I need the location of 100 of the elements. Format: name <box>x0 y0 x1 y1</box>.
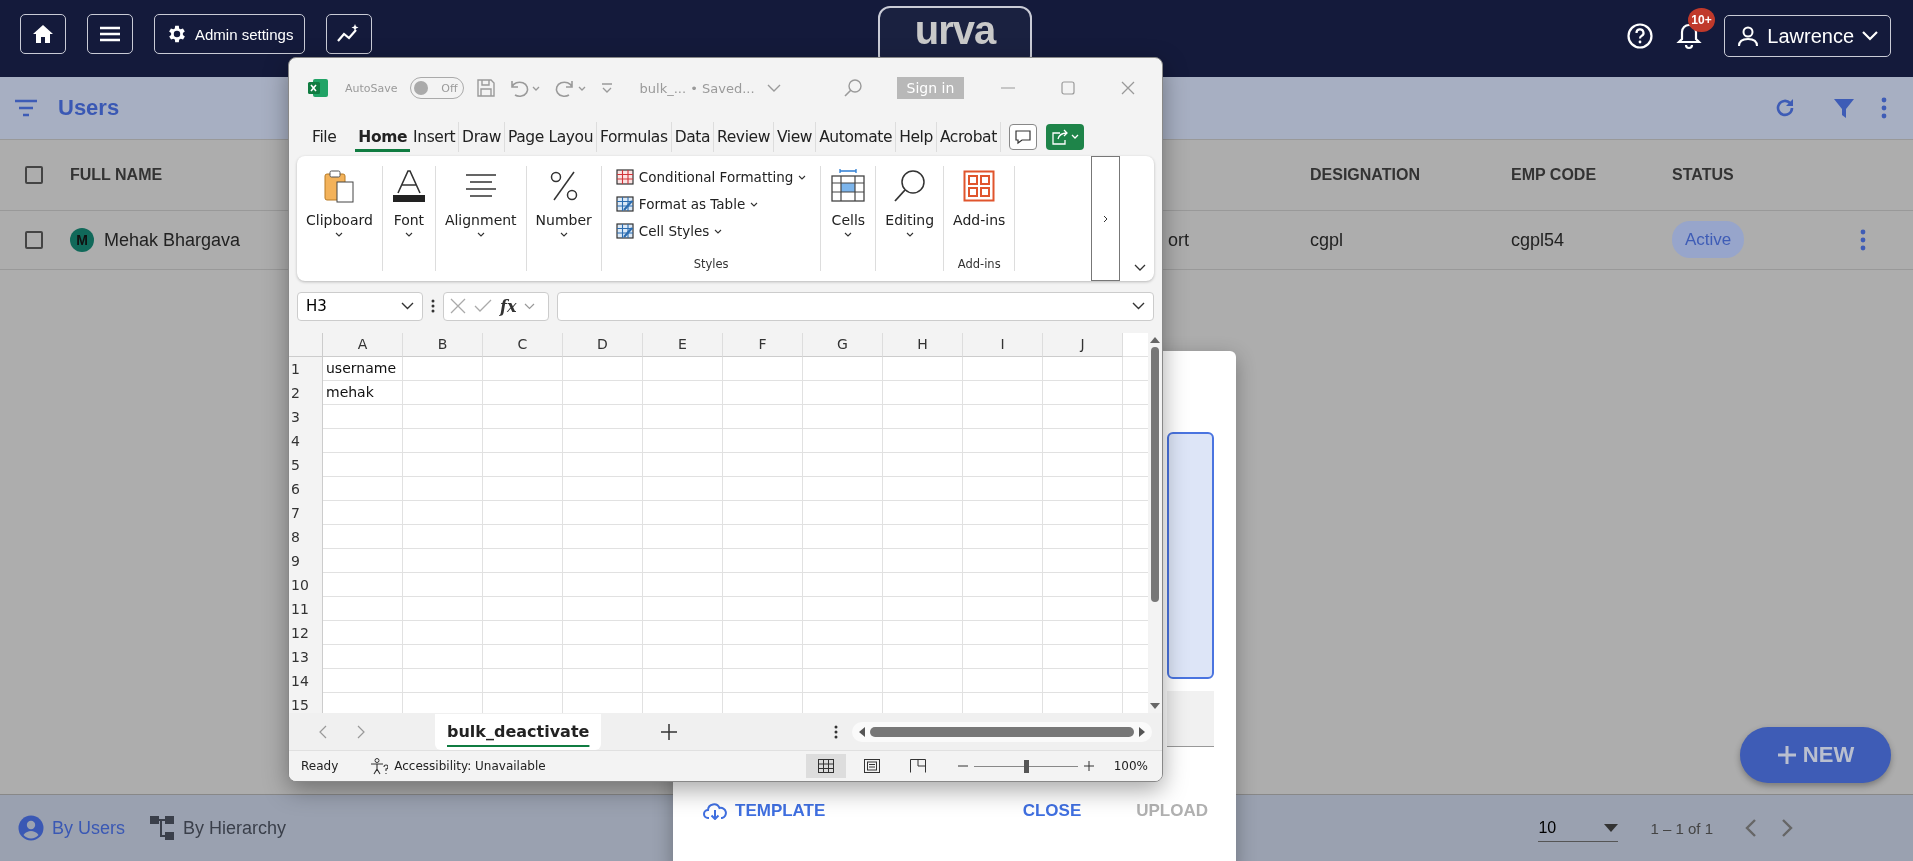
horizontal-scrollbar[interactable] <box>852 721 1152 742</box>
row-number[interactable]: 2 <box>289 381 323 405</box>
zoom-level[interactable]: 100% <box>1113 759 1148 773</box>
ribbon-tab[interactable]: View <box>773 122 817 152</box>
page-size-select[interactable]: 10 <box>1538 814 1619 842</box>
ribbon-tab[interactable]: Draw <box>459 122 505 152</box>
column-header[interactable]: H <box>883 333 963 357</box>
row-number[interactable]: 7 <box>289 501 323 525</box>
dialog-button[interactable]: CLOSE <box>1022 801 1082 821</box>
ribbon-button[interactable]: Font <box>391 166 426 250</box>
ribbon-tab[interactable]: Review <box>714 122 774 152</box>
plus-icon[interactable] <box>661 723 678 740</box>
sheet-cell[interactable]: mehak <box>323 381 403 405</box>
checkbox[interactable] <box>25 166 43 184</box>
ribbon-tab[interactable]: Automate <box>816 122 897 152</box>
accessibility-person-icon[interactable] <box>370 757 389 775</box>
ribbon-tab[interactable]: Home <box>355 122 411 152</box>
insights-button[interactable] <box>326 14 373 54</box>
row-number[interactable]: 6 <box>289 477 323 501</box>
column-header[interactable]: C <box>483 333 563 357</box>
zoom-slider[interactable] <box>957 761 1094 771</box>
chevron-left-icon[interactable] <box>319 724 327 739</box>
accessibility-status[interactable]: Accessibility: Unavailable <box>394 759 546 773</box>
formula-input[interactable] <box>557 291 1154 321</box>
name-box[interactable]: H3 <box>297 291 423 321</box>
filter-icon[interactable] <box>1833 97 1855 119</box>
chevron-right-icon[interactable] <box>1781 819 1793 837</box>
column-header[interactable]: I <box>963 333 1043 357</box>
sheet-tab[interactable]: bulk_deactivate <box>435 713 602 750</box>
cancel-icon[interactable] <box>450 298 466 314</box>
menu-button[interactable] <box>87 14 133 54</box>
ribbon-button[interactable]: Editing <box>885 166 935 250</box>
row-number[interactable]: 14 <box>289 669 323 693</box>
column-header[interactable]: G <box>803 333 883 357</box>
ribbon-tab[interactable]: File <box>309 122 340 152</box>
column-header[interactable]: B <box>403 333 483 357</box>
row-number[interactable]: 12 <box>289 621 323 645</box>
filter-list-icon[interactable] <box>14 99 38 117</box>
comments-button[interactable] <box>1008 124 1037 150</box>
more-options-icon[interactable] <box>834 724 838 739</box>
ribbon-tab[interactable]: Page Layou <box>505 122 598 152</box>
scroll-down-arrow-icon[interactable] <box>1150 703 1160 709</box>
ribbon-command[interactable]: Conditional Formatting <box>615 166 807 188</box>
row-number[interactable]: 10 <box>289 573 323 597</box>
chevron-left-icon[interactable] <box>1745 819 1757 837</box>
ribbon-tab[interactable]: Help <box>896 122 937 152</box>
check-icon[interactable] <box>474 299 492 313</box>
more-options-icon[interactable] <box>431 299 435 313</box>
scroll-up-arrow-icon[interactable] <box>1150 337 1160 343</box>
column-header[interactable]: J <box>1043 333 1123 357</box>
sheet-cell[interactable]: username <box>323 357 403 381</box>
share-button[interactable] <box>1045 124 1084 150</box>
row-number[interactable]: 8 <box>289 525 323 549</box>
customize-toolbar-icon[interactable] <box>599 82 614 94</box>
ribbon-button[interactable]: Alignment <box>444 166 517 250</box>
ribbon-tab[interactable]: Acrobat <box>936 122 1001 152</box>
kebab-menu-icon[interactable] <box>1881 97 1887 119</box>
insert-function-button[interactable]: fx <box>500 296 517 316</box>
row-number[interactable]: 13 <box>289 645 323 669</box>
ribbon-command[interactable]: Cell Styles <box>615 220 723 242</box>
row-number[interactable]: 15 <box>289 693 323 713</box>
row-number[interactable]: 1 <box>289 357 323 381</box>
bell-icon[interactable] <box>1676 22 1703 50</box>
chevron-right-icon[interactable] <box>357 724 365 739</box>
row-number[interactable]: 3 <box>289 405 323 429</box>
kebab-menu-icon[interactable] <box>1860 229 1866 251</box>
column-header[interactable]: A <box>323 333 403 357</box>
template-button[interactable]: TEMPLATE <box>703 801 826 821</box>
user-menu-button[interactable]: Lawrence <box>1724 15 1891 57</box>
zoom-slider-thumb[interactable] <box>1023 759 1029 773</box>
column-header[interactable]: D <box>563 333 643 357</box>
ribbon-command[interactable]: Format as Table <box>615 193 759 215</box>
checkbox[interactable] <box>25 231 43 249</box>
view-button[interactable] <box>805 754 846 778</box>
zoom-in-icon[interactable] <box>1083 761 1094 771</box>
scroll-left-arrow-icon[interactable] <box>859 726 865 737</box>
chevron-down-icon[interactable] <box>1134 264 1146 271</box>
column-header[interactable]: E <box>643 333 723 357</box>
row-number[interactable]: 9 <box>289 549 323 573</box>
home-button[interactable] <box>20 14 66 54</box>
search-icon[interactable] <box>842 78 863 98</box>
close-icon[interactable] <box>1121 81 1135 95</box>
redo-icon[interactable] <box>553 78 588 98</box>
ribbon-button[interactable]: Cells <box>830 166 867 250</box>
row-number[interactable]: 5 <box>289 453 323 477</box>
column-header[interactable]: F <box>723 333 803 357</box>
ribbon-tab[interactable]: Formulas <box>597 122 672 152</box>
ribbon-button[interactable]: Add-ins <box>953 166 1006 250</box>
drop-zone[interactable] <box>1167 432 1214 679</box>
admin-settings-button[interactable]: Admin settings <box>154 14 306 54</box>
row-number[interactable]: 4 <box>289 429 323 453</box>
ribbon-tab[interactable]: Insert <box>410 122 460 152</box>
ribbon-scroll-button[interactable] <box>1091 156 1120 281</box>
ribbon-button[interactable]: Clipboard <box>306 166 373 250</box>
help-icon[interactable] <box>1626 22 1655 50</box>
save-icon[interactable] <box>475 78 496 98</box>
ribbon-button[interactable]: Number <box>535 166 592 250</box>
row-number[interactable]: 11 <box>289 597 323 621</box>
scroll-right-arrow-icon[interactable] <box>1139 726 1145 737</box>
list-mode-tab[interactable]: By Hierarchy <box>149 815 287 841</box>
